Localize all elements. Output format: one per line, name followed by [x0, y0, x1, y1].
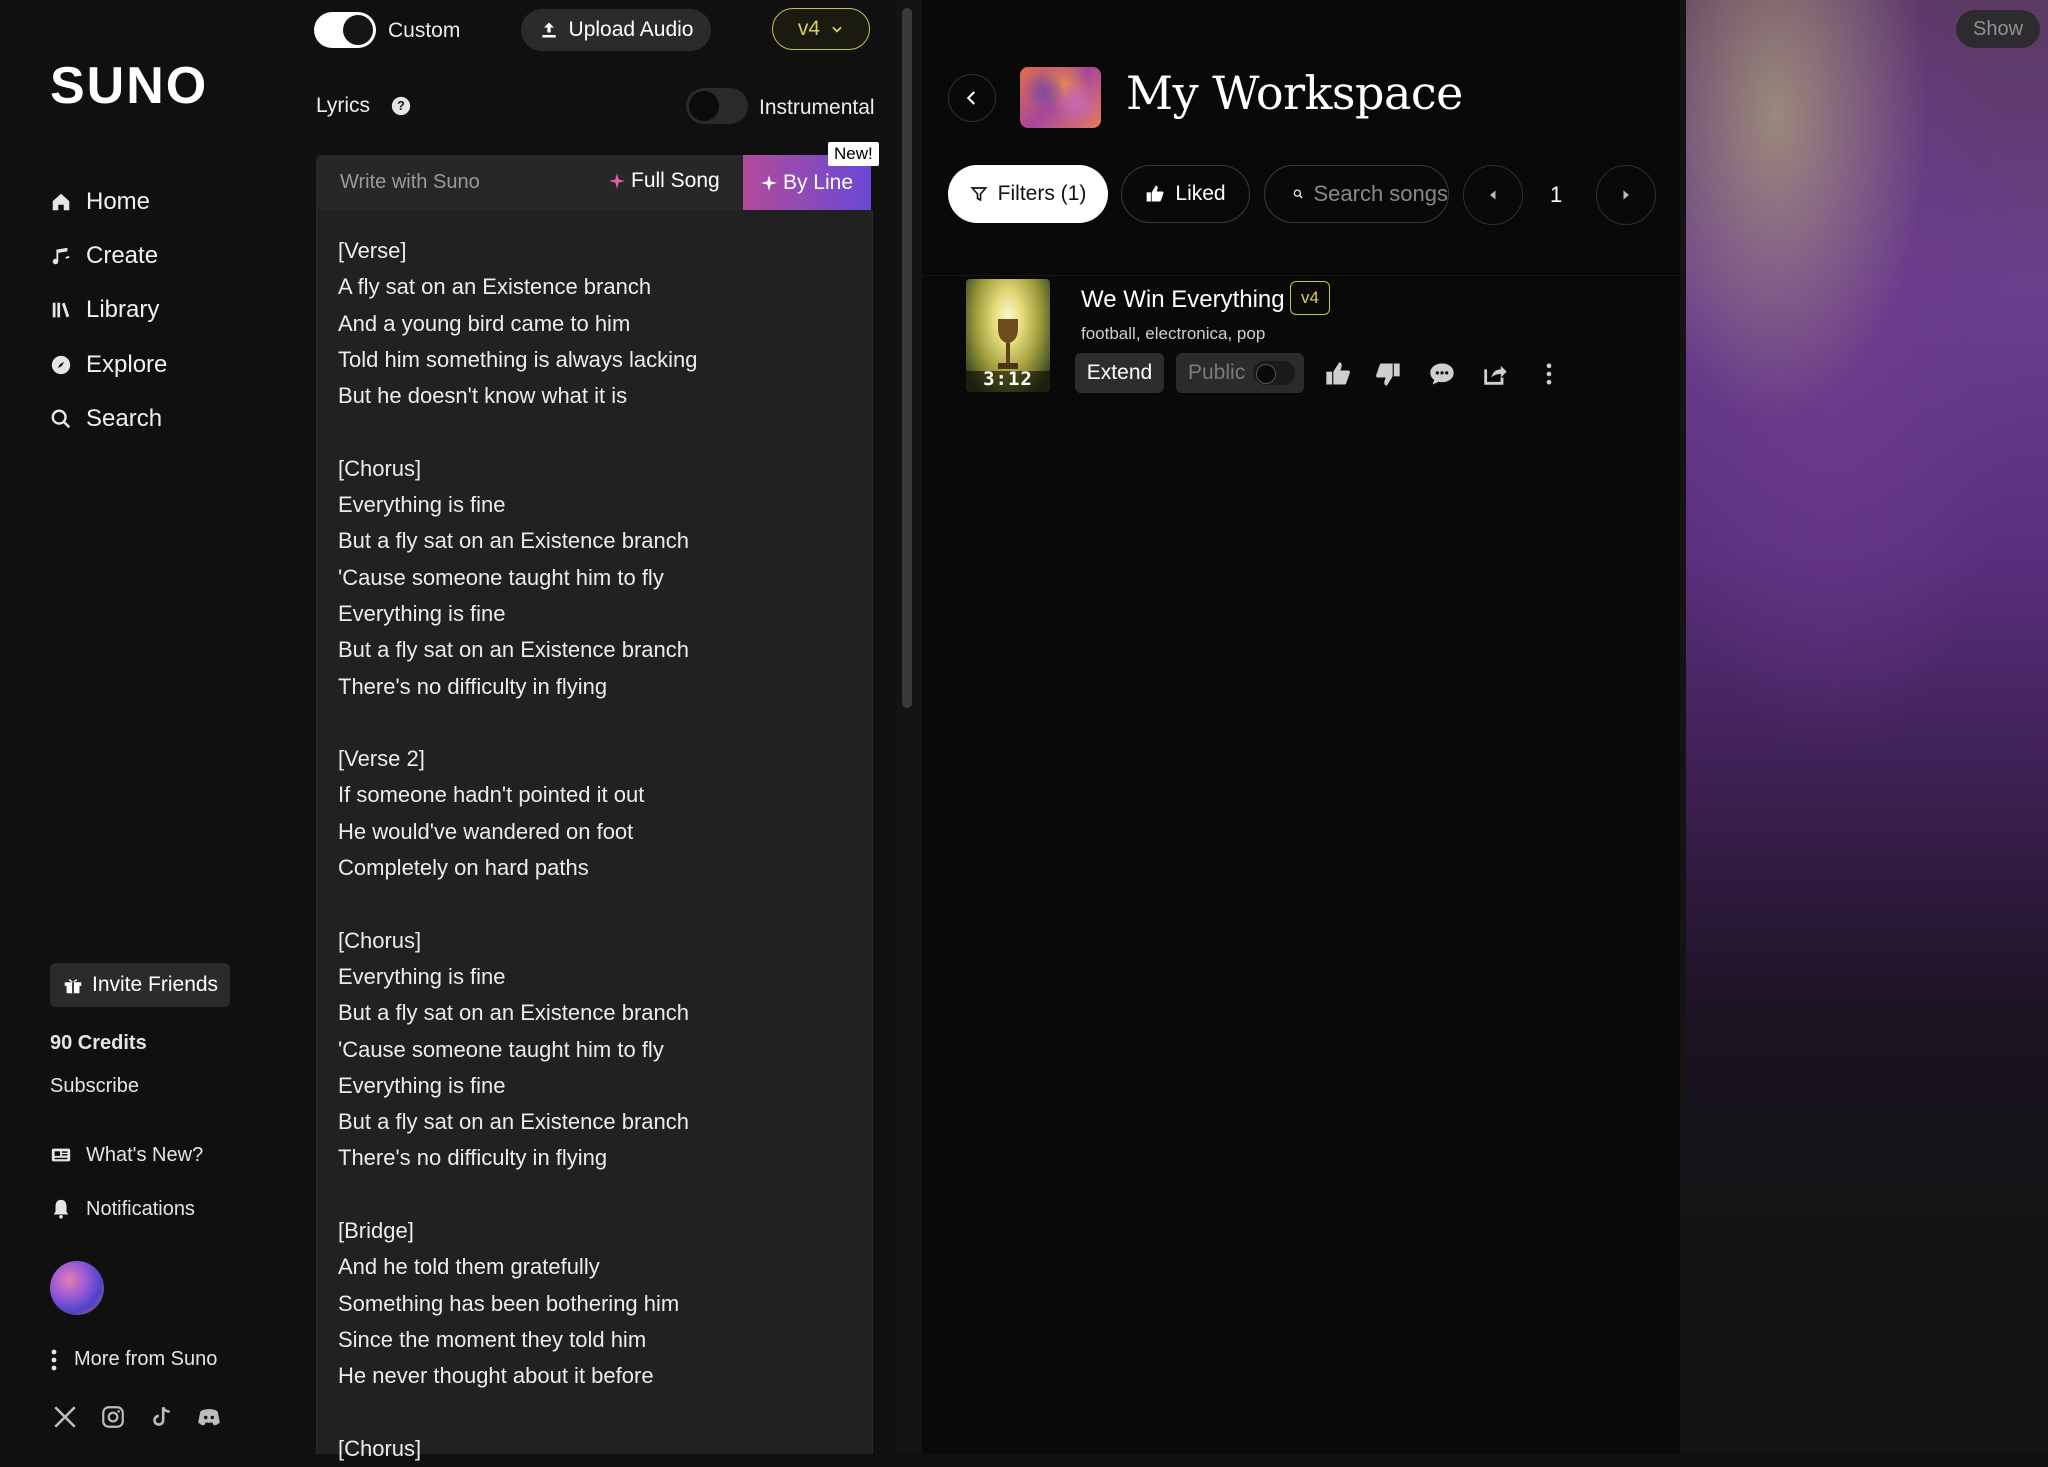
- nav-search-label: Search: [86, 405, 163, 432]
- subscribe-link[interactable]: Subscribe: [50, 1075, 139, 1098]
- model-version-select[interactable]: v4: [772, 8, 870, 50]
- search-songs-placeholder: Search songs: [1313, 181, 1448, 206]
- thumbs-up-icon: [1147, 185, 1164, 202]
- filter-icon: [970, 187, 988, 202]
- public-label: Public: [1188, 361, 1246, 384]
- public-switch[interactable]: [1253, 361, 1296, 385]
- extend-button[interactable]: Extend: [1075, 353, 1164, 393]
- instagram-icon[interactable]: [100, 1404, 126, 1430]
- home-icon: [52, 193, 70, 211]
- social-links: [52, 1404, 222, 1430]
- more-from-suno-link[interactable]: More from Suno: [50, 1348, 217, 1371]
- vertical-dots-icon: [51, 1349, 57, 1370]
- filters-label: Filters (1): [997, 182, 1087, 205]
- model-version-label: v4: [797, 17, 821, 40]
- x-icon[interactable]: [52, 1404, 78, 1430]
- background-art-panel: [1680, 0, 2048, 1454]
- bell-icon: [53, 1199, 69, 1219]
- instrumental-toggle[interactable]: [686, 88, 748, 124]
- search-songs-field[interactable]: Search songs: [1264, 165, 1449, 223]
- caret-left-icon: [1490, 190, 1496, 200]
- nav-create[interactable]: Create: [50, 234, 280, 278]
- credits-count: 90 Credits: [50, 1032, 147, 1054]
- svg-text:?: ?: [397, 99, 405, 113]
- nav-explore[interactable]: Explore: [50, 343, 280, 387]
- nav-explore-label: Explore: [86, 351, 168, 378]
- help-icon[interactable]: ?: [391, 96, 411, 116]
- invite-friends-label: Invite Friends: [92, 973, 219, 996]
- filters-button[interactable]: Filters (1): [948, 165, 1108, 223]
- full-song-button[interactable]: Full Song: [609, 169, 720, 193]
- song-version-badge: v4: [1290, 281, 1330, 315]
- notifications-label: Notifications: [86, 1197, 195, 1220]
- nav-create-label: Create: [86, 242, 159, 269]
- search-icon: [51, 409, 71, 429]
- full-song-label: Full Song: [631, 169, 720, 192]
- custom-toggle[interactable]: [314, 12, 376, 48]
- background-art: [1686, 0, 2048, 1454]
- upload-audio-button[interactable]: Upload Audio: [521, 9, 711, 51]
- upload-audio-label: Upload Audio: [568, 18, 694, 41]
- song-duration: 3:12: [983, 368, 1033, 390]
- workspace-divider: [922, 275, 1680, 276]
- custom-label: Custom: [388, 19, 461, 42]
- next-page-button[interactable]: [1596, 165, 1656, 225]
- more-options-icon[interactable]: [1535, 360, 1563, 388]
- song-cover-image[interactable]: 3:12: [966, 279, 1050, 392]
- sparkle-icon: [609, 173, 625, 189]
- show-button[interactable]: Show: [1956, 10, 2040, 48]
- liked-filter-button[interactable]: Liked: [1121, 165, 1250, 223]
- more-from-suno-label: More from Suno: [74, 1348, 218, 1370]
- song-tags[interactable]: football, electronica, pop: [1081, 324, 1265, 344]
- tiktok-icon[interactable]: [148, 1404, 174, 1430]
- gift-icon: [64, 979, 82, 994]
- compass-icon: [51, 355, 71, 375]
- library-icon: [52, 302, 70, 318]
- whats-new-label: What's New?: [86, 1143, 204, 1166]
- page-number: 1: [1550, 182, 1563, 207]
- sparkle-icon: [760, 174, 777, 191]
- nav-home[interactable]: Home: [50, 180, 280, 224]
- newspaper-icon: [51, 1148, 71, 1162]
- comment-icon[interactable]: [1428, 360, 1456, 388]
- workspace-cover-image: [1020, 67, 1101, 128]
- song-title[interactable]: We Win Everything: [1081, 286, 1285, 314]
- user-avatar[interactable]: [50, 1261, 104, 1315]
- new-badge: New!: [828, 142, 879, 166]
- whats-new-link[interactable]: What's New?: [50, 1137, 203, 1173]
- nav-library-label: Library: [86, 296, 160, 323]
- music-note-icon: [52, 247, 70, 265]
- nav-home-label: Home: [86, 188, 151, 215]
- chevron-down-icon: [832, 26, 842, 33]
- notifications-link[interactable]: Notifications: [50, 1191, 195, 1227]
- dislike-icon[interactable]: [1374, 360, 1402, 388]
- discord-icon[interactable]: [196, 1404, 222, 1430]
- create-scrollbar-thumb[interactable]: [902, 8, 912, 708]
- liked-label: Liked: [1175, 182, 1226, 205]
- invite-friends-button[interactable]: Invite Friends: [50, 963, 231, 1007]
- lyrics-textarea[interactable]: [Verse] A fly sat on an Existence branch…: [338, 233, 858, 1467]
- caret-right-icon: [1623, 190, 1629, 200]
- sidebar: SUNO Home Create Library Explore Search …: [0, 0, 300, 1454]
- upload-icon: [541, 22, 556, 38]
- chevron-left-icon: [966, 91, 975, 105]
- write-with-suno-input[interactable]: Write with Suno: [340, 171, 480, 194]
- instrumental-label: Instrumental: [759, 96, 875, 119]
- search-icon: [1293, 189, 1303, 199]
- share-icon[interactable]: [1481, 360, 1509, 388]
- by-line-label: By Line: [782, 170, 854, 194]
- workspace-title: My Workspace: [1126, 66, 1463, 120]
- suno-logo[interactable]: SUNO: [50, 56, 208, 116]
- lyrics-label: Lyrics: [316, 94, 371, 117]
- like-icon[interactable]: [1324, 360, 1352, 388]
- nav-library[interactable]: Library: [50, 288, 280, 332]
- public-toggle[interactable]: Public: [1176, 353, 1304, 393]
- back-button[interactable]: [948, 74, 996, 122]
- nav-search[interactable]: Search: [50, 397, 280, 441]
- prev-page-button[interactable]: [1463, 165, 1523, 225]
